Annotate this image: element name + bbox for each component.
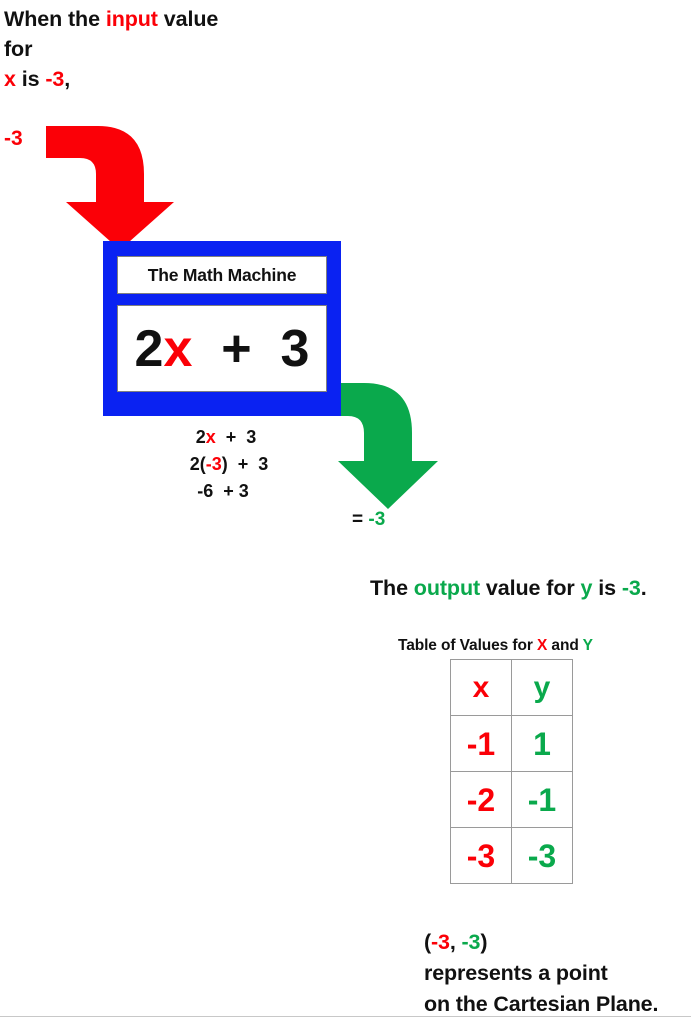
output-value: -3 <box>621 576 641 600</box>
intro-line-3: x is -3, <box>4 64 424 94</box>
intro-line3-comma: , <box>64 67 71 91</box>
input-value-label: -3 <box>4 127 23 150</box>
machine-formula-text: 2x + 3 <box>135 323 310 375</box>
work-line-2: 2(-3) + 3 <box>103 451 343 478</box>
intro-input-value: -3 <box>45 67 65 91</box>
work2-substituted-value: -3 <box>205 454 222 474</box>
work1-coefficient: 2 <box>195 427 206 447</box>
work-line-1: 2x + 3 <box>103 424 343 451</box>
machine-title-box: The Math Machine <box>117 256 327 294</box>
table-cell-y: 1 <box>511 715 573 772</box>
formula-variable-x: x <box>163 319 193 378</box>
caption-y: Y <box>582 637 593 654</box>
output-equals-sign: = <box>352 509 369 530</box>
worksheet-page: When the input value for x is -3, -3 The… <box>0 0 691 1024</box>
output-variable-y: y <box>580 576 593 600</box>
work1-variable-x: x <box>205 427 216 447</box>
table-row: -3 -3 <box>450 827 573 884</box>
point-comma: , <box>449 930 462 954</box>
formula-plus-three: + 3 <box>192 319 310 378</box>
output-result: = -3 <box>352 509 385 531</box>
math-machine-box: The Math Machine 2x + 3 <box>103 241 341 416</box>
table-cell-y: -3 <box>511 827 573 884</box>
table-header-row: x y <box>450 659 573 716</box>
caption-and: and <box>547 637 583 654</box>
conclusion-text: (-3, -3) represents a point on the Carte… <box>424 927 658 1020</box>
point-x-value: -3 <box>431 930 450 954</box>
table-cell-x: -1 <box>450 715 512 772</box>
output-sentence-part-c: value for <box>480 576 581 600</box>
bottom-divider <box>0 1016 691 1017</box>
output-sentence: The output value for y is -3. <box>370 576 647 601</box>
output-sentence-period: . <box>640 576 647 600</box>
formula-coefficient: 2 <box>134 319 164 378</box>
point-y-value: -3 <box>461 930 481 954</box>
caption-part-a: Table of Values for <box>398 637 537 654</box>
machine-formula-box: 2x + 3 <box>117 305 327 392</box>
table-cell-x: -3 <box>450 827 512 884</box>
caption-x: X <box>536 637 548 654</box>
work2-open: 2( <box>189 454 206 474</box>
intro-line-2: for <box>4 37 33 61</box>
output-result-value: -3 <box>368 509 386 530</box>
output-keyword-output: output <box>413 576 481 600</box>
values-table: x y -1 1 -2 -1 -3 -3 <box>450 659 573 884</box>
intro-variable-x: x <box>4 67 16 91</box>
table-header-x: x <box>450 659 512 716</box>
conclusion-line-2: represents a point <box>424 961 608 985</box>
work2-close: ) + 3 <box>221 454 269 474</box>
table-header-y: y <box>511 659 573 716</box>
bent-arrow-down-green-icon <box>336 383 438 509</box>
intro-line1-part-a: When the <box>4 7 106 31</box>
bent-arrow-down-red-icon <box>46 126 174 250</box>
output-sentence-part-a: The <box>370 576 414 600</box>
table-cell-y: -1 <box>511 771 573 828</box>
table-row: -1 1 <box>450 715 573 772</box>
work-line-3: -6 + 3 <box>197 481 249 501</box>
point-close-paren: ) <box>480 930 488 954</box>
intro-line-1: When the input value <box>4 4 424 34</box>
intro-line1-part-c: value <box>157 7 219 31</box>
table-row: -2 -1 <box>450 771 573 828</box>
table-caption: Table of Values for X and Y <box>398 637 593 655</box>
machine-title-text: The Math Machine <box>147 264 297 285</box>
conclusion-line-1: (-3, -3) <box>424 927 658 958</box>
intro-line3-is: is <box>15 67 46 91</box>
work-lines: 2x + 3 2(-3) + 3 -6 + 3 <box>103 424 343 505</box>
point-open-paren: ( <box>424 930 432 954</box>
work1-plus-three: + 3 <box>215 427 257 447</box>
output-sentence-part-e: is <box>592 576 622 600</box>
table-cell-x: -2 <box>450 771 512 828</box>
intro-keyword-input: input <box>105 7 158 31</box>
intro-text: When the input value for x is -3, <box>4 4 424 94</box>
